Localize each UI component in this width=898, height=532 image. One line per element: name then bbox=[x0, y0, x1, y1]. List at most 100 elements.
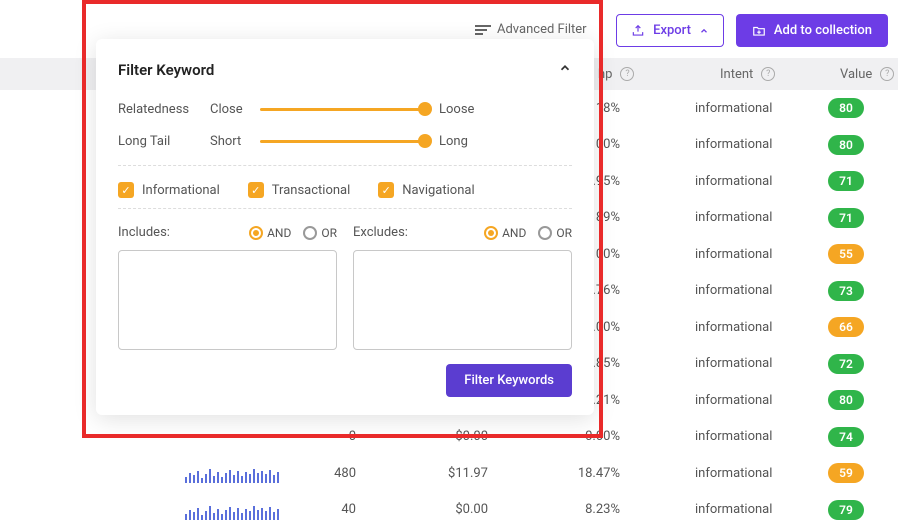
intent-cell: informational bbox=[695, 174, 772, 189]
export-button[interactable]: Export bbox=[616, 14, 724, 47]
value-badge: 80 bbox=[828, 98, 864, 118]
excludes-or-radio[interactable]: OR bbox=[538, 226, 572, 240]
volume-cell: 0 bbox=[306, 429, 356, 444]
longtail-right-label: Long bbox=[439, 134, 468, 149]
value-badge: 59 bbox=[828, 463, 864, 483]
radio-label: AND bbox=[267, 226, 291, 240]
value-badge: 79 bbox=[828, 500, 864, 520]
value-badge: 72 bbox=[828, 354, 864, 374]
includes-section: Includes: AND OR bbox=[118, 225, 337, 350]
relatedness-right-label: Loose bbox=[439, 102, 474, 117]
includes-and-radio[interactable]: AND bbox=[249, 226, 291, 240]
intent-checkboxes: ✓ Informational ✓Transactional ✓ Navigatio… bbox=[118, 182, 572, 198]
longtail-left-label: Short bbox=[210, 134, 260, 149]
value-badge: 71 bbox=[828, 171, 864, 191]
divider bbox=[118, 165, 572, 166]
relatedness-left-label: Close bbox=[210, 102, 260, 117]
value-badge: 55 bbox=[828, 244, 864, 264]
includes-or-radio[interactable]: OR bbox=[303, 226, 337, 240]
column-header-intent[interactable]: Intent ? bbox=[720, 67, 775, 82]
value-badge: 71 bbox=[828, 208, 864, 228]
value-badge: 80 bbox=[828, 390, 864, 410]
checkbox-label: Informational bbox=[142, 183, 220, 198]
check-icon: ✓ bbox=[378, 182, 394, 198]
excludes-and-radio[interactable]: AND bbox=[484, 226, 526, 240]
value-badge: 74 bbox=[828, 427, 864, 447]
table-row[interactable]: 40 $0.00 8.23% informational 79 bbox=[0, 492, 898, 529]
includes-label: Includes: bbox=[118, 225, 170, 240]
export-label: Export bbox=[653, 23, 691, 38]
column-header-hp[interactable]: hp ? bbox=[598, 67, 634, 82]
column-header-value[interactable]: Value ? bbox=[840, 67, 894, 82]
relatedness-slider[interactable] bbox=[260, 101, 425, 117]
table-row[interactable]: 480 $11.97 18.47% informational 59 bbox=[0, 455, 898, 492]
slider-thumb[interactable] bbox=[418, 102, 432, 116]
intent-cell: informational bbox=[695, 210, 772, 225]
column-value-label: Value bbox=[840, 67, 872, 82]
includes-input[interactable] bbox=[118, 250, 337, 350]
help-icon[interactable]: ? bbox=[761, 67, 775, 81]
relatedness-slider-row: Relatedness Close Loose bbox=[118, 101, 572, 117]
help-icon[interactable]: ? bbox=[880, 67, 894, 81]
longtail-slider[interactable] bbox=[260, 133, 425, 149]
export-icon bbox=[631, 24, 645, 38]
intent-cell: informational bbox=[695, 466, 772, 481]
chevron-up-icon bbox=[558, 61, 572, 75]
collapse-button[interactable] bbox=[558, 61, 572, 79]
folder-plus-icon bbox=[752, 24, 766, 38]
value-badge: 73 bbox=[828, 281, 864, 301]
value-badge: 66 bbox=[828, 317, 864, 337]
intent-cell: informational bbox=[695, 137, 772, 152]
percent-cell: 8.23% bbox=[560, 502, 620, 517]
excludes-input[interactable] bbox=[353, 250, 572, 350]
radio-icon bbox=[538, 226, 552, 240]
table-row[interactable]: 0 $0.00 0.00% informational 74 bbox=[0, 419, 898, 456]
intent-cell: informational bbox=[695, 283, 772, 298]
advanced-filter-label: Advanced Filter bbox=[497, 22, 587, 37]
intent-cell: informational bbox=[695, 356, 772, 371]
intent-cell: informational bbox=[695, 101, 772, 116]
checkbox-label: Transactional bbox=[272, 183, 351, 198]
divider bbox=[118, 208, 572, 209]
filter-icon bbox=[475, 25, 491, 35]
radio-icon bbox=[484, 226, 498, 240]
advanced-filter-link[interactable]: Advanced Filter bbox=[475, 22, 587, 37]
panel-title: Filter Keyword bbox=[118, 61, 214, 79]
sparkline bbox=[185, 463, 279, 483]
volume-cell: 480 bbox=[306, 466, 356, 481]
help-icon[interactable]: ? bbox=[620, 67, 634, 81]
cpc-cell: $0.00 bbox=[428, 502, 488, 517]
radio-label: OR bbox=[321, 226, 337, 240]
percent-cell: 18.47% bbox=[560, 466, 620, 481]
radio-icon bbox=[249, 226, 263, 240]
check-icon: ✓ bbox=[118, 182, 134, 198]
percent-cell: 0.00% bbox=[560, 429, 620, 444]
cpc-cell: $11.97 bbox=[428, 466, 488, 481]
value-badge: 80 bbox=[828, 135, 864, 155]
filter-keywords-button[interactable]: Filter Keywords bbox=[446, 364, 572, 397]
chevron-up-icon bbox=[699, 26, 709, 36]
longtail-slider-row: Long Tail Short Long bbox=[118, 133, 572, 149]
volume-cell: 40 bbox=[306, 502, 356, 517]
intent-cell: informational bbox=[695, 502, 772, 517]
toolbar: Export Add to collection bbox=[616, 14, 888, 47]
intent-cell: informational bbox=[695, 429, 772, 444]
checkbox-navigational[interactable]: ✓ Navigational bbox=[378, 182, 474, 198]
column-hp-label: hp bbox=[598, 67, 612, 82]
add-to-collection-button[interactable]: Add to collection bbox=[736, 14, 888, 47]
slider-thumb[interactable] bbox=[418, 134, 432, 148]
checkbox-transactional[interactable]: ✓Transactional bbox=[248, 182, 351, 198]
radio-label: AND bbox=[502, 226, 526, 240]
cpc-cell: $0.00 bbox=[428, 429, 488, 444]
sparkline bbox=[185, 500, 279, 520]
longtail-label: Long Tail bbox=[118, 134, 210, 149]
checkbox-label: Navigational bbox=[402, 183, 474, 198]
intent-cell: informational bbox=[695, 247, 772, 262]
checkbox-informational[interactable]: ✓ Informational bbox=[118, 182, 220, 198]
filter-keyword-panel: Filter Keyword Relatedness Close Loose L… bbox=[96, 39, 594, 415]
excludes-label: Excludes: bbox=[353, 225, 408, 240]
intent-cell: informational bbox=[695, 320, 772, 335]
column-intent-label: Intent bbox=[720, 67, 753, 82]
relatedness-label: Relatedness bbox=[118, 102, 210, 117]
radio-icon bbox=[303, 226, 317, 240]
